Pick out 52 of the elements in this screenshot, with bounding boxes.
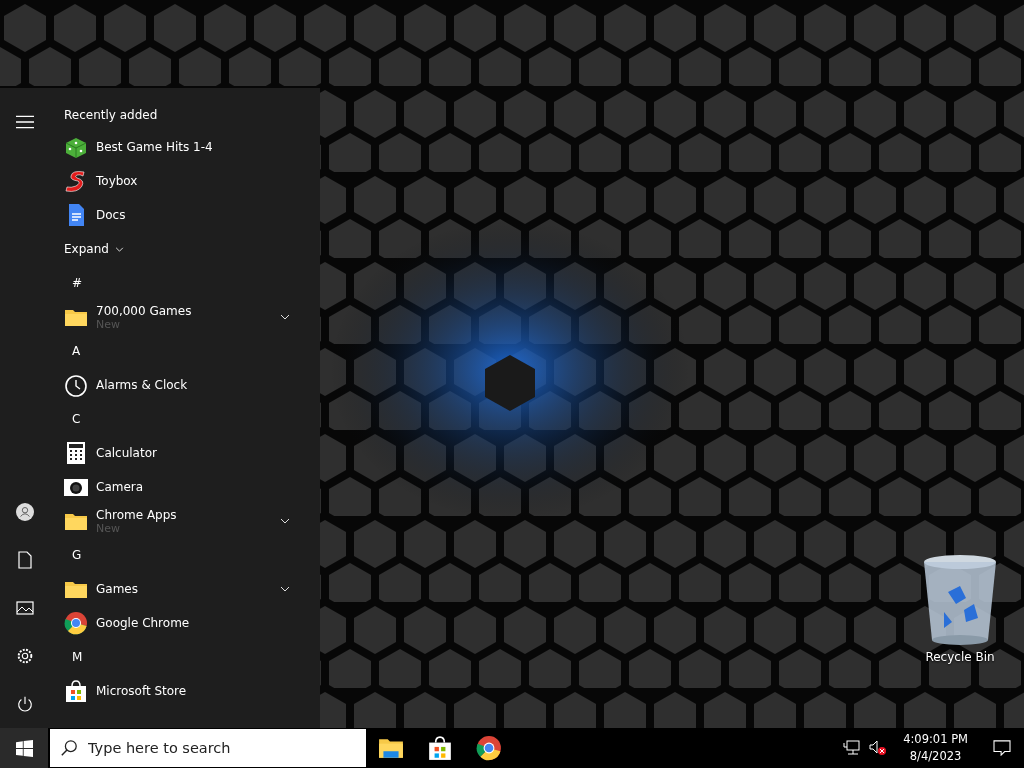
search-field[interactable]: Type here to search (50, 729, 366, 767)
picture-icon (16, 599, 34, 617)
app-item[interactable]: Camera (64, 470, 306, 504)
letter-heading[interactable]: G (72, 548, 82, 562)
app-name: Camera (96, 480, 145, 494)
letter-heading[interactable]: C (72, 412, 81, 426)
app-item[interactable]: Games (64, 572, 306, 606)
clock-icon (64, 373, 88, 397)
chevron-icon[interactable] (280, 518, 290, 524)
clock-button[interactable]: 4:09:01 PM 8/4/2023 (895, 731, 980, 765)
start-button[interactable] (0, 728, 48, 768)
s-logo-icon (64, 169, 88, 193)
letter-heading[interactable]: A (72, 344, 81, 358)
chrome-icon (64, 611, 88, 635)
app-item[interactable]: Alarms & Clock (64, 368, 306, 402)
chevron-icon[interactable] (280, 314, 290, 320)
app-item[interactable]: Google Chrome (64, 606, 306, 640)
app-name: Chrome Apps (96, 507, 178, 522)
letter-heading[interactable]: # (72, 276, 83, 290)
app-item[interactable]: Calculator (64, 436, 306, 470)
app-item[interactable]: Microsoft Store (64, 674, 306, 708)
shopping-bag-icon (427, 735, 453, 761)
chrome-icon (476, 735, 502, 761)
dice-icon (64, 135, 88, 159)
document-icon (16, 551, 34, 569)
user-icon (16, 503, 34, 521)
search-icon (60, 739, 78, 757)
app-item[interactable]: Docs (64, 198, 306, 232)
power-icon (16, 695, 34, 713)
app-item[interactable]: Toybox (64, 164, 306, 198)
calculator-icon (64, 441, 88, 465)
expand-button[interactable]: Expand (64, 232, 124, 266)
shopping-bag-icon (64, 679, 88, 703)
chevron-icon[interactable] (280, 586, 290, 592)
recycle-bin-shortcut[interactable]: Recycle Bin (918, 552, 1002, 664)
app-name: Alarms & Clock (96, 378, 189, 392)
app-item[interactable]: Best Game Hits 1-4 (64, 130, 306, 164)
recycle-bin-label: Recycle Bin (925, 650, 995, 664)
app-name: Google Chrome (96, 616, 191, 630)
app-name: 700,000 Games (96, 303, 193, 318)
app-name: Calculator (96, 446, 158, 460)
speech-bubble-icon (993, 740, 1011, 756)
letter-heading[interactable]: M (72, 650, 83, 664)
settings-icon (16, 647, 34, 665)
network-icon[interactable] (843, 740, 862, 756)
chevron-icon (114, 246, 124, 252)
muted-speaker-icon[interactable] (869, 740, 888, 756)
menu-icon (16, 113, 34, 131)
app-name: Games (96, 582, 139, 596)
section-heading: Recently added (64, 107, 159, 124)
app-name: Microsoft Store (96, 684, 188, 698)
windows-logo-icon (15, 739, 33, 757)
